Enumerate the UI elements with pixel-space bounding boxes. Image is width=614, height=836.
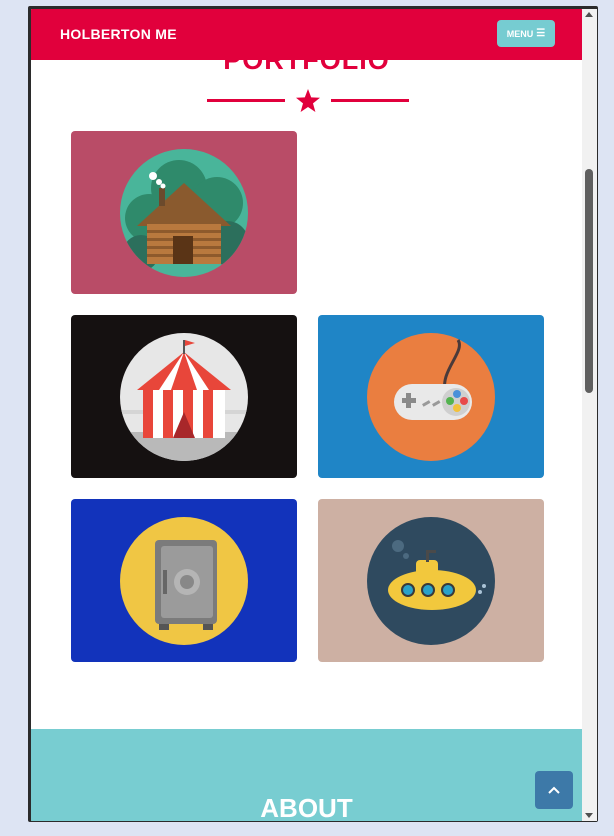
portfolio-item-cabin[interactable] bbox=[71, 131, 297, 294]
about-section: ABOUT bbox=[31, 729, 582, 821]
hamburger-icon: ☰ bbox=[536, 27, 546, 39]
circus-tent-icon bbox=[120, 332, 248, 461]
about-title: ABOUT bbox=[260, 793, 353, 821]
scrollbar-thumb[interactable] bbox=[585, 169, 593, 393]
safe-icon bbox=[120, 516, 248, 645]
portfolio-item-circus[interactable] bbox=[71, 315, 297, 478]
game-controller-icon bbox=[367, 332, 495, 461]
chevron-up-icon bbox=[548, 786, 560, 794]
star-icon bbox=[296, 89, 320, 112]
browser-window: PORTFOLIO HOLBERTON ME MENU ☰ ABOUT bbox=[28, 6, 598, 822]
vertical-scrollbar[interactable] bbox=[582, 9, 597, 821]
page-viewport: PORTFOLIO HOLBERTON ME MENU ☰ ABOUT bbox=[31, 9, 582, 821]
menu-label: MENU bbox=[506, 28, 534, 39]
submarine-icon bbox=[367, 516, 495, 645]
divider-line-left bbox=[207, 99, 285, 102]
scroll-down-arrow-icon[interactable] bbox=[585, 813, 593, 818]
title-divider bbox=[207, 89, 409, 113]
portfolio-item-submarine[interactable] bbox=[318, 499, 544, 662]
divider-line-right bbox=[331, 99, 409, 102]
portfolio-item-game[interactable] bbox=[318, 315, 544, 478]
log-cabin-icon bbox=[120, 148, 248, 277]
scroll-to-top-button[interactable] bbox=[535, 771, 573, 809]
brand-link[interactable]: HOLBERTON ME bbox=[60, 26, 177, 42]
menu-button[interactable]: MENU ☰ bbox=[497, 20, 555, 47]
navbar: HOLBERTON ME MENU ☰ bbox=[31, 9, 582, 60]
portfolio-item-safe[interactable] bbox=[71, 499, 297, 662]
scroll-up-arrow-icon[interactable] bbox=[585, 12, 593, 17]
